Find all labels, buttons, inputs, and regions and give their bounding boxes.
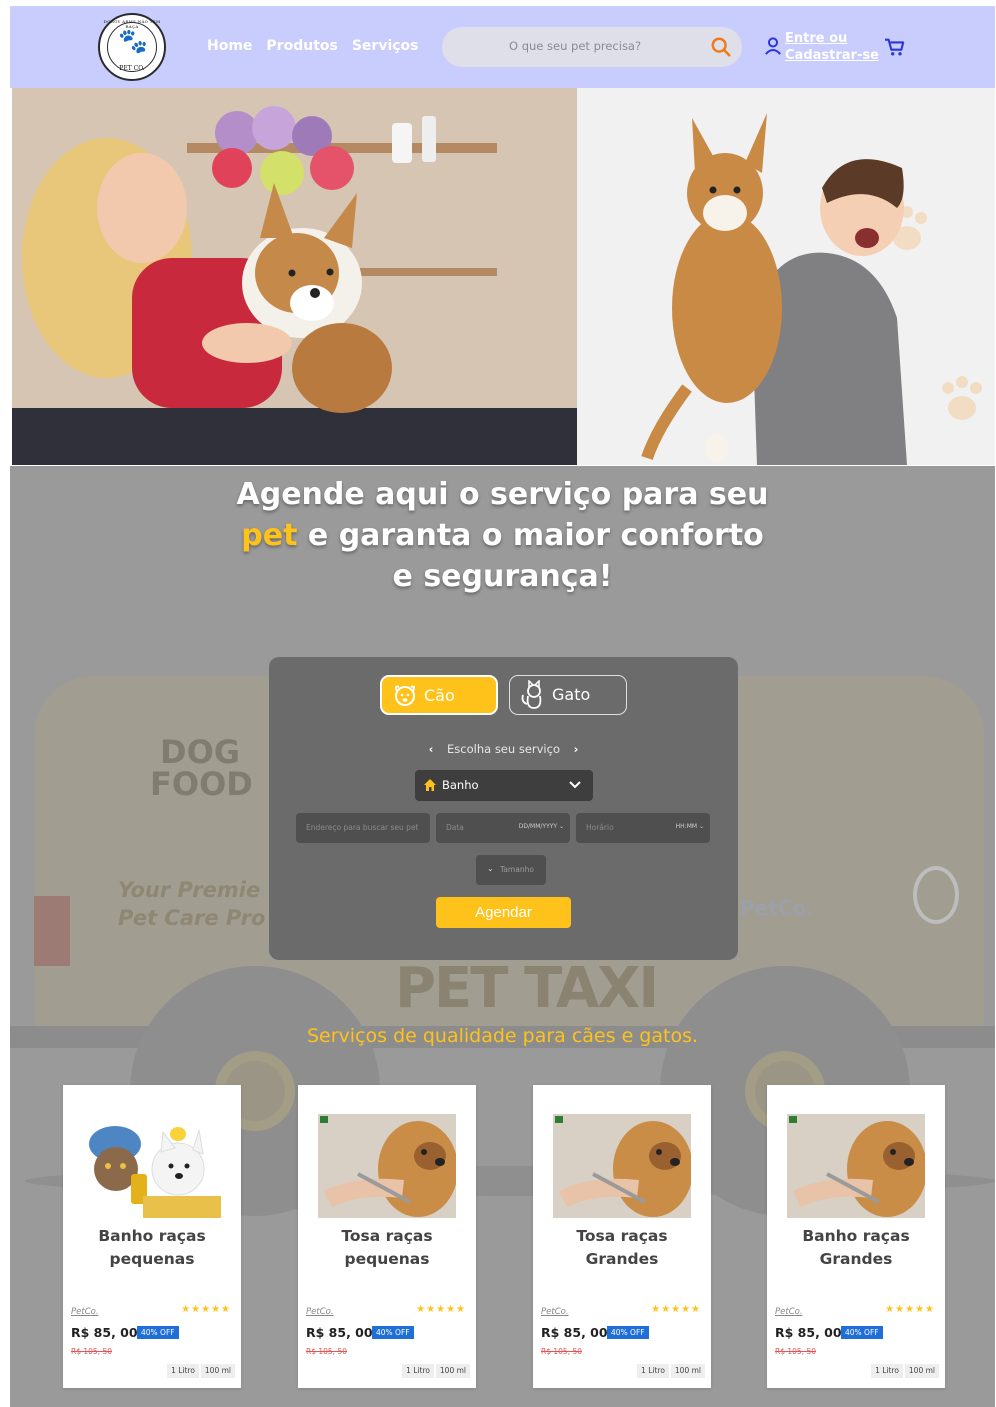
chevron-down-icon: ⌄ bbox=[487, 864, 494, 873]
search-bar[interactable]: O que seu pet precisa? bbox=[442, 27, 742, 67]
service-select[interactable]: Banho bbox=[415, 770, 593, 801]
rating-stars-icon: ★★★★★ bbox=[181, 1304, 231, 1315]
petco-logo[interactable]: DOGGY ARMS NÃO TEM RAÇA 🐾 PET CO. bbox=[98, 13, 166, 81]
search-input[interactable]: O que seu pet precisa? bbox=[509, 39, 641, 53]
nav-produtos[interactable]: Produtos bbox=[266, 38, 337, 54]
hero-image-groomer bbox=[12, 88, 577, 465]
site-header: DOGGY ARMS NÃO TEM RAÇA 🐾 PET CO. Home P… bbox=[10, 6, 995, 88]
card-old-price: R$ 105, 50 bbox=[775, 1347, 816, 1356]
discount-badge: 40% OFF bbox=[137, 1326, 179, 1339]
card-brand[interactable]: PetCo. bbox=[775, 1307, 803, 1317]
service-card[interactable]: Banho raças pequenas PetCo. ★★★★★ R$ 85,… bbox=[63, 1085, 241, 1388]
card-brand[interactable]: PetCo. bbox=[306, 1307, 334, 1317]
card-brand[interactable]: PetCo. bbox=[541, 1307, 569, 1317]
rating-stars-icon: ★★★★★ bbox=[651, 1304, 701, 1315]
hero-banner bbox=[12, 88, 995, 465]
hero-image-woman-corgi bbox=[577, 88, 995, 465]
schedule-headline: Agende aqui o serviço para seu pet e gar… bbox=[236, 477, 769, 594]
main-nav: Home Produtos Serviços bbox=[207, 38, 419, 54]
address-field[interactable]: Endereço para buscar seu pet bbox=[296, 813, 430, 843]
schedule-form: Cão Gato ‹ Escolha seu serviço › Banho E… bbox=[269, 657, 738, 960]
card-title: Banho raças pequenas bbox=[98, 1227, 206, 1268]
nav-servicos[interactable]: Serviços bbox=[352, 38, 419, 54]
card-brand[interactable]: PetCo. bbox=[71, 1307, 99, 1317]
option-chip[interactable]: 1 Litro bbox=[402, 1364, 434, 1378]
discount-badge: 40% OFF bbox=[607, 1326, 649, 1339]
user-icon bbox=[765, 37, 781, 55]
bus-tagline: Your Premie Pet Care Pro bbox=[118, 878, 266, 930]
date-field[interactable]: Data DD/MM/YYYY ⌄ bbox=[436, 813, 570, 843]
nav-home[interactable]: Home bbox=[207, 38, 252, 54]
option-chip[interactable]: 1 Litro bbox=[167, 1364, 199, 1378]
schedule-button[interactable]: Agendar bbox=[436, 897, 571, 928]
rating-stars-icon: ★★★★★ bbox=[885, 1304, 935, 1315]
card-old-price: R$ 105, 50 bbox=[71, 1347, 112, 1356]
headline-pet-highlight: pet bbox=[241, 518, 298, 553]
option-chip[interactable]: 1 Litro bbox=[637, 1364, 669, 1378]
bus-tail-light bbox=[34, 896, 70, 966]
house-icon bbox=[424, 779, 436, 791]
rating-stars-icon: ★★★★★ bbox=[416, 1304, 466, 1315]
bus-dogfood-text: DOG FOOD bbox=[150, 733, 253, 803]
service-card[interactable]: Tosa raças Grandes PetCo. ★★★★★ R$ 85, 0… bbox=[533, 1085, 711, 1388]
option-chip[interactable]: 100 ml bbox=[200, 1364, 235, 1378]
card-title: Tosa raças pequenas bbox=[341, 1227, 433, 1268]
time-field[interactable]: Horário HH:MM ⌄ bbox=[576, 813, 710, 843]
bus-taxi-text: PET TAXI bbox=[395, 956, 659, 1021]
size-select[interactable]: ⌄ Tamanho bbox=[476, 855, 546, 885]
login-link[interactable]: Entre ou Cadastrar-se bbox=[764, 30, 879, 64]
card-title: Banho raças Grandes bbox=[802, 1227, 910, 1268]
card-price: R$ 85, 00 bbox=[71, 1325, 138, 1340]
tab-dog[interactable]: Cão bbox=[380, 675, 498, 715]
option-chip[interactable]: 100 ml bbox=[670, 1364, 705, 1378]
bus-petco-text: PetCo. bbox=[740, 896, 814, 920]
service-card[interactable]: Banho raças Grandes PetCo. ★★★★★ R$ 85, … bbox=[767, 1085, 945, 1388]
option-chip[interactable]: 100 ml bbox=[904, 1364, 939, 1378]
card-old-price: R$ 105, 50 bbox=[541, 1347, 582, 1356]
card-price: R$ 85, 00 bbox=[541, 1325, 608, 1340]
card-image-grooming bbox=[553, 1114, 691, 1218]
logo-name: PET CO. bbox=[119, 65, 145, 72]
login-label[interactable]: Entre ou Cadastrar-se bbox=[785, 30, 879, 64]
cart-icon[interactable] bbox=[884, 37, 906, 57]
tab-cat[interactable]: Gato bbox=[509, 675, 627, 715]
search-icon[interactable] bbox=[710, 36, 732, 58]
card-image-grooming bbox=[318, 1114, 456, 1218]
chevron-left-icon[interactable]: ‹ bbox=[429, 742, 434, 756]
chevron-right-icon[interactable]: › bbox=[574, 742, 579, 756]
service-card[interactable]: Tosa raças pequenas PetCo. ★★★★★ R$ 85, … bbox=[298, 1085, 476, 1388]
card-price: R$ 85, 00 bbox=[775, 1325, 842, 1340]
dog-icon bbox=[394, 685, 416, 706]
card-price: R$ 85, 00 bbox=[306, 1325, 373, 1340]
discount-badge: 40% OFF bbox=[372, 1326, 414, 1339]
option-chip[interactable]: 1 Litro bbox=[871, 1364, 903, 1378]
discount-badge: 40% OFF bbox=[841, 1326, 883, 1339]
service-nav-label: Escolha seu serviço bbox=[447, 742, 560, 756]
chevron-down-icon bbox=[569, 781, 581, 789]
card-old-price: R$ 105, 50 bbox=[306, 1347, 347, 1356]
services-title: Serviços de qualidade para cães e gatos. bbox=[306, 1025, 699, 1047]
option-chip[interactable]: 100 ml bbox=[435, 1364, 470, 1378]
cat-icon bbox=[521, 680, 542, 709]
bus-headlight bbox=[913, 866, 959, 924]
card-title: Tosa raças Grandes bbox=[576, 1227, 668, 1268]
card-image-grooming bbox=[787, 1114, 925, 1218]
schedule-section: DOG FOOD Your Premie Pet Care Pro PetCo.… bbox=[10, 466, 995, 1407]
service-carousel-nav: ‹ Escolha seu serviço › bbox=[269, 742, 738, 756]
paw-icon: 🐾 bbox=[118, 27, 148, 55]
card-image-bath-cat-dog bbox=[83, 1114, 221, 1218]
